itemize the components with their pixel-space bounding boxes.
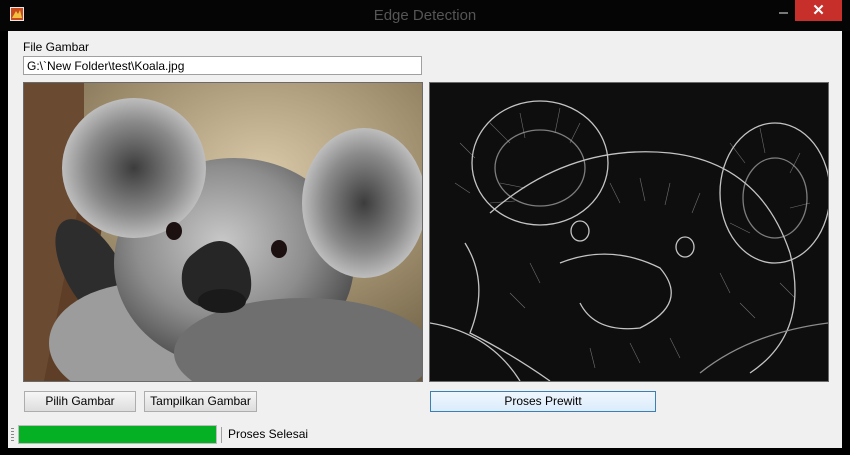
progress-bar: [18, 425, 217, 444]
main-panel: File Gambar G:\`New Folder\test\Koala.jp…: [8, 31, 842, 422]
status-separator: [221, 427, 222, 443]
prewitt-process-button[interactable]: Proses Prewitt: [430, 391, 656, 412]
minimize-button[interactable]: [770, 0, 796, 21]
file-path-input[interactable]: [23, 56, 422, 75]
window-title: Edge Detection: [373, 7, 477, 24]
choose-image-button[interactable]: Pilih Gambar: [24, 391, 136, 412]
close-icon: ✕: [812, 2, 825, 19]
koala-edge-image: [430, 83, 828, 381]
grip-icon: [11, 428, 14, 442]
edge-image-box: [429, 82, 829, 382]
title-bar: Edge Detection ✕: [0, 0, 850, 31]
koala-photo-image: [24, 83, 422, 381]
show-image-button[interactable]: Tampilkan Gambar: [144, 391, 257, 412]
progress-fill: [19, 426, 216, 443]
close-button[interactable]: ✕: [795, 0, 842, 21]
status-text: Proses Selesai: [228, 427, 309, 441]
original-image-box: [23, 82, 423, 382]
status-bar: Proses Selesai: [8, 422, 842, 448]
file-label: File Gambar: [23, 40, 90, 54]
